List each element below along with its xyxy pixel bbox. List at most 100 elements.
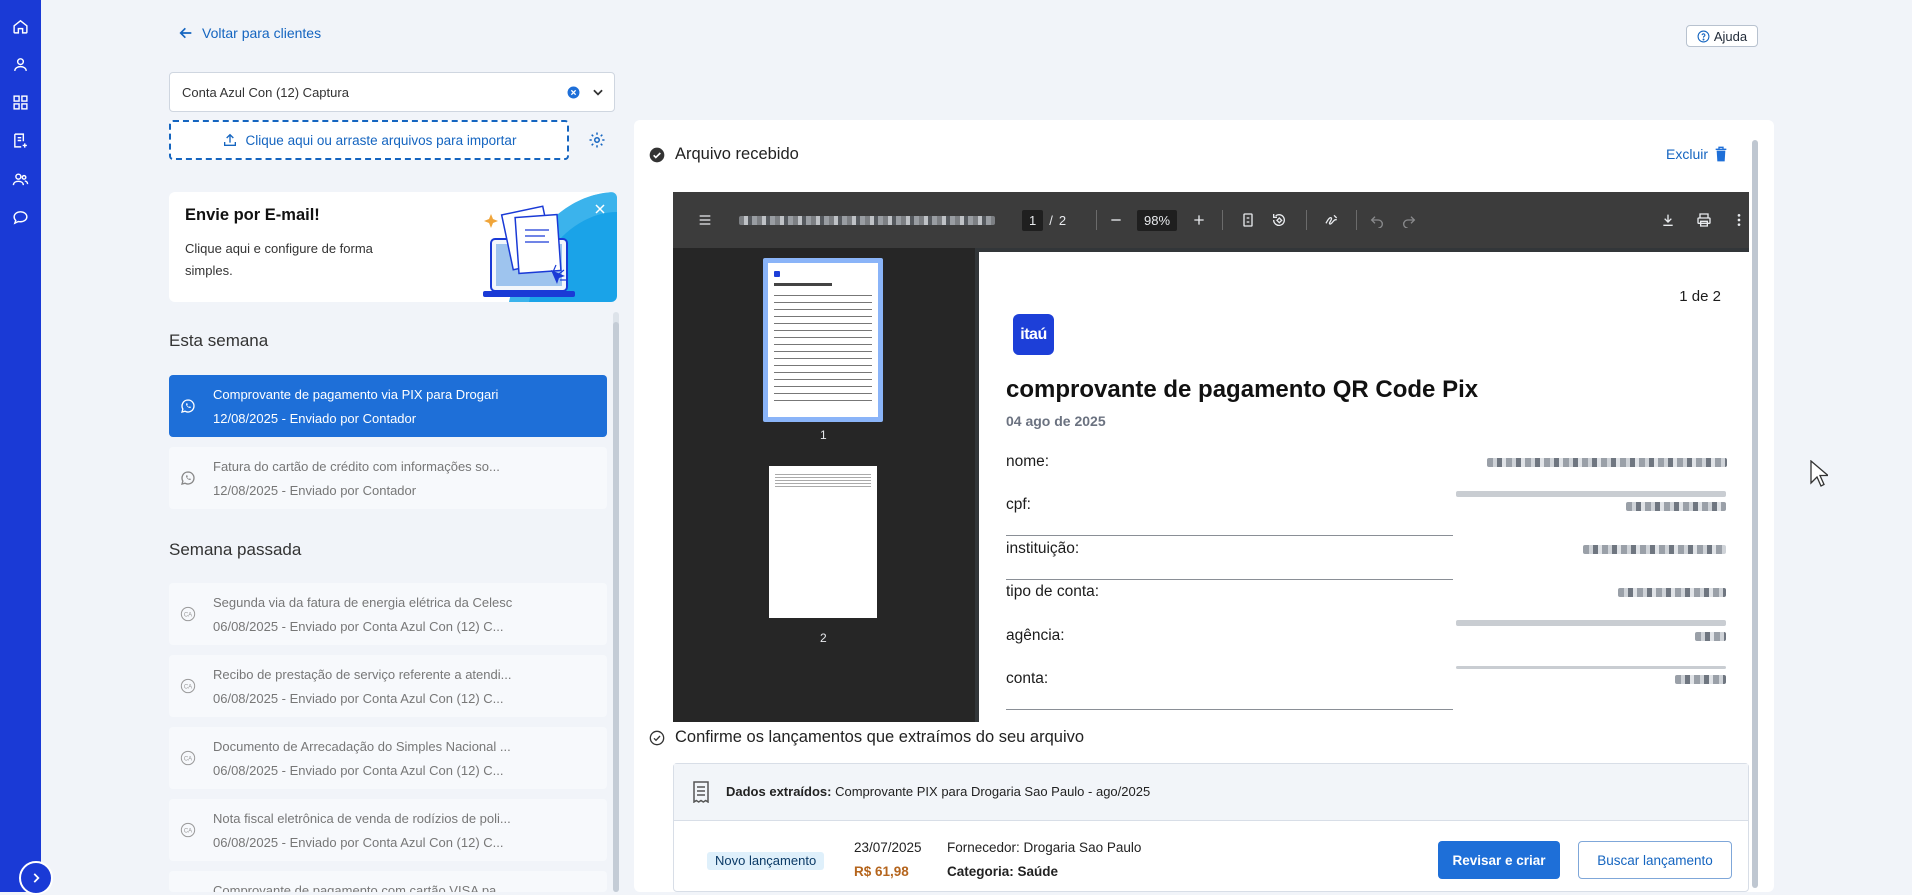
- extracted-label: Dados extraídos:: [726, 784, 832, 799]
- document-list-item[interactable]: CA Nota fiscal eletrônica de venda de ro…: [169, 799, 607, 861]
- group-title-this-week: Esta semana: [169, 331, 269, 350]
- svg-text:CA: CA: [184, 612, 192, 618]
- clear-selection-icon[interactable]: [567, 86, 580, 99]
- client-select-value: Conta Azul Con (12) Captura: [182, 85, 349, 100]
- document-list-item[interactable]: Comprovante de pagamento com cartão VISA…: [169, 871, 607, 892]
- entry-supplier: Fornecedor: Drogaria Sao Paulo: [947, 840, 1142, 855]
- extracted-value: Comprovante PIX para Drogaria Sao Paulo …: [835, 784, 1151, 799]
- document-list-item[interactable]: Comprovante de pagamento via PIX para Dr…: [169, 375, 607, 437]
- zoom-level[interactable]: 98%: [1137, 192, 1178, 248]
- thumbnail-label: 1: [820, 428, 827, 442]
- redacted-value: [1583, 545, 1726, 554]
- email-card-title: Envie por E-mail!: [185, 206, 320, 224]
- whatsapp-icon: [179, 397, 197, 415]
- category-label: Categoria:: [947, 864, 1014, 879]
- page-indicator: 1 / 2: [1022, 192, 1066, 248]
- page-current-input[interactable]: 1: [1022, 209, 1044, 231]
- confirm-entries-header: Confirme os lançamentos que extraímos do…: [649, 728, 1084, 747]
- more-options-icon[interactable]: [1731, 192, 1747, 248]
- menu-icon[interactable]: [697, 192, 713, 248]
- document-title: Comprovante de pagamento com cartão VISA…: [213, 883, 508, 892]
- thumbnail-page-2[interactable]: [769, 466, 877, 618]
- list-scrollbar-thumb[interactable]: [613, 322, 619, 892]
- ca-icon: CA: [179, 821, 197, 839]
- redacted-value: [1618, 588, 1726, 597]
- arrow-left-icon: [179, 27, 192, 39]
- zoom-value[interactable]: 98%: [1137, 209, 1178, 231]
- document-meta: 12/08/2025 - Enviado por Contador: [213, 411, 417, 426]
- document-list-item[interactable]: Fatura do cartão de crédito com informaç…: [169, 447, 607, 509]
- print-icon[interactable]: [1696, 192, 1712, 248]
- pdf-page: 1 de 2 itaú comprovante de pagamento QR …: [979, 252, 1749, 722]
- document-title: Segunda via da fatura de energia elétric…: [213, 595, 513, 610]
- thumbnail-selected-frame[interactable]: [763, 258, 883, 422]
- pdf-thumbnails: 1 2: [673, 248, 975, 722]
- document-list-item[interactable]: CA Recibo de prestação de serviço refere…: [169, 655, 607, 717]
- thumbnail-page-1[interactable]: [768, 263, 878, 417]
- zoom-out-icon[interactable]: [1108, 192, 1124, 248]
- apps-grid-icon[interactable]: [8, 90, 32, 114]
- document-meta: 12/08/2025 - Enviado por Contador: [213, 483, 417, 498]
- zoom-in-icon[interactable]: [1191, 192, 1207, 248]
- document-add-icon[interactable]: [8, 128, 32, 152]
- home-icon[interactable]: [8, 14, 32, 38]
- mouse-cursor-icon: [1810, 460, 1828, 487]
- annotate-icon[interactable]: [1324, 192, 1340, 248]
- redacted-value: [1626, 502, 1726, 511]
- field-label: cpf:: [1006, 496, 1031, 513]
- document-list-item[interactable]: CA Segunda via da fatura de energia elét…: [169, 583, 607, 645]
- document-meta: 06/08/2025 - Enviado por Conta Azul Con …: [213, 619, 504, 634]
- rotate-icon[interactable]: [1271, 192, 1287, 248]
- file-received-header: Arquivo recebido: [649, 145, 799, 164]
- chat-icon[interactable]: [8, 205, 32, 229]
- entry-amount: R$ 61,98: [854, 864, 909, 879]
- redacted-value: [1695, 632, 1726, 641]
- page-separator: /: [1049, 212, 1053, 228]
- document-title: Recibo de prestação de serviço referente…: [213, 667, 512, 682]
- toolbar-divider: [1306, 210, 1307, 230]
- import-dropzone[interactable]: Clique aqui ou arraste arquivos para imp…: [169, 120, 569, 160]
- email-import-card[interactable]: Envie por E-mail! Clique aqui e configur…: [169, 192, 617, 302]
- new-entry-badge: Novo lançamento: [707, 852, 825, 870]
- document-title: Fatura do cartão de crédito com informaç…: [213, 459, 500, 474]
- delete-file-button[interactable]: Excluir: [1666, 146, 1728, 162]
- import-label: Clique aqui ou arraste arquivos para imp…: [245, 132, 517, 148]
- field-label: conta:: [1006, 670, 1049, 687]
- whatsapp-icon: [179, 469, 197, 487]
- expand-nav-button[interactable]: [19, 861, 53, 895]
- redacted-value: [1487, 458, 1727, 467]
- download-icon[interactable]: [1660, 192, 1676, 248]
- redacted-value: [1675, 675, 1726, 684]
- pdf-viewer[interactable]: 1 / 2 98% 1 2 1 de 2 itaú comprovante de…: [673, 192, 1749, 722]
- entry-date: 23/07/2025: [854, 840, 922, 855]
- chevron-right-icon: [33, 873, 40, 883]
- back-to-clients-link[interactable]: Voltar para clientes: [178, 25, 321, 41]
- document-meta: 06/08/2025 - Enviado por Conta Azul Con …: [213, 835, 504, 850]
- panel-scrollbar[interactable]: [1752, 140, 1758, 888]
- file-status: Arquivo recebido: [675, 145, 799, 163]
- close-icon[interactable]: [594, 203, 606, 215]
- svg-text:CA: CA: [184, 828, 192, 834]
- pdf-toolbar: 1 / 2 98%: [673, 192, 1749, 248]
- toolbar-divider: [1356, 210, 1357, 230]
- user-icon[interactable]: [8, 52, 32, 76]
- document-list-item[interactable]: CA Documento de Arrecadação do Simples N…: [169, 727, 607, 789]
- users-icon[interactable]: [8, 167, 32, 191]
- help-button[interactable]: Ajuda: [1686, 25, 1758, 47]
- fit-page-icon[interactable]: [1240, 192, 1256, 248]
- search-entry-button[interactable]: Buscar lançamento: [1578, 841, 1732, 879]
- chevron-down-icon[interactable]: [591, 85, 605, 99]
- ca-icon: CA: [179, 677, 197, 695]
- document-title: Documento de Arrecadação do Simples Naci…: [213, 739, 511, 754]
- nav-rail: [0, 0, 41, 892]
- client-select[interactable]: Conta Azul Con (12) Captura: [169, 72, 615, 112]
- redo-icon[interactable]: [1401, 192, 1417, 248]
- import-settings-gear-icon[interactable]: [588, 131, 606, 149]
- undo-icon[interactable]: [1369, 192, 1385, 248]
- document-meta: 06/08/2025 - Enviado por Conta Azul Con …: [213, 763, 504, 778]
- check-circle-filled-icon: [649, 147, 665, 162]
- review-and-create-button[interactable]: Revisar e criar: [1438, 841, 1560, 879]
- help-circle-icon: [1697, 30, 1710, 42]
- confirm-title: Confirme os lançamentos que extraímos do…: [675, 728, 1085, 746]
- document-meta: 06/08/2025 - Enviado por Conta Azul Con …: [213, 691, 504, 706]
